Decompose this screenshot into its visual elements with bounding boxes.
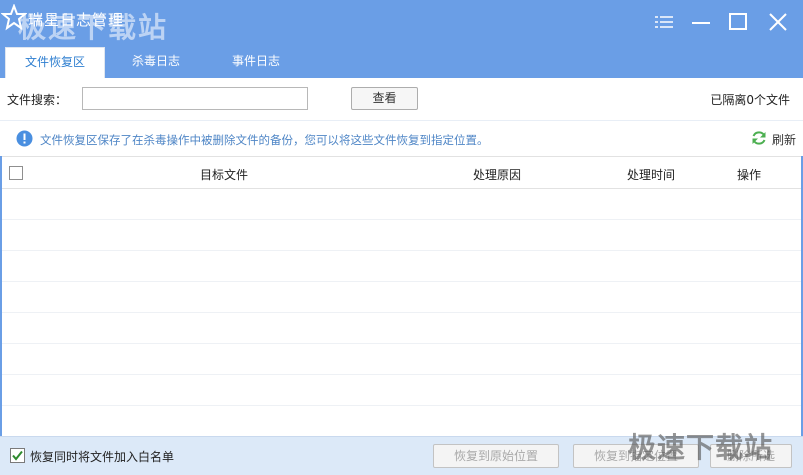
refresh-label: 刷新 bbox=[772, 133, 797, 147]
title-bar: 瑞星日志管理 极速下载站 bbox=[0, 0, 803, 45]
rising-logo-icon bbox=[0, 3, 28, 32]
check-icon bbox=[12, 450, 23, 461]
close-icon[interactable] bbox=[765, 10, 791, 34]
restore-original-button[interactable]: 恢复到原始位置 bbox=[433, 444, 559, 468]
tab-file-recovery[interactable]: 文件恢复区 bbox=[5, 47, 105, 78]
table-row bbox=[2, 344, 801, 375]
restore-specified-button[interactable]: 恢复到指定位置 bbox=[573, 444, 699, 468]
view-button[interactable]: 查看 bbox=[351, 87, 418, 110]
table-row bbox=[2, 313, 801, 344]
maximize-icon[interactable] bbox=[725, 10, 751, 34]
column-reason: 处理原因 bbox=[473, 168, 522, 182]
refresh-icon bbox=[751, 130, 767, 146]
search-input[interactable] bbox=[82, 87, 308, 110]
menu-icon[interactable] bbox=[651, 10, 677, 34]
select-all-checkbox[interactable] bbox=[9, 166, 23, 180]
column-time: 处理时间 bbox=[627, 168, 676, 182]
table-body bbox=[2, 189, 801, 437]
info-bar: 文件恢复区保存了在杀毒操作中被删除文件的备份，您可以将这些文件恢复到指定位置。 … bbox=[0, 120, 803, 156]
tab-bar: 文件恢复区 杀毒日志 事件日志 bbox=[0, 45, 803, 78]
minimize-icon[interactable] bbox=[688, 10, 714, 34]
footer-bar: 恢复同时将文件加入白名单 恢复到原始位置 恢复到指定位置 删除所选 bbox=[0, 436, 803, 475]
remove-selected-button[interactable]: 删除所选 bbox=[710, 444, 792, 468]
search-toolbar: 文件搜索： 查看 已隔离0个文件 bbox=[0, 78, 803, 120]
info-icon bbox=[16, 130, 33, 147]
whitelist-checkbox[interactable] bbox=[10, 448, 25, 463]
tab-antivirus-log[interactable]: 杀毒日志 bbox=[110, 47, 202, 78]
table-row bbox=[2, 189, 801, 220]
whitelist-label: 恢复同时将文件加入白名单 bbox=[30, 450, 175, 464]
tab-event-log[interactable]: 事件日志 bbox=[210, 47, 302, 78]
column-action: 操作 bbox=[737, 168, 762, 182]
table-row bbox=[2, 251, 801, 282]
table-row bbox=[2, 220, 801, 251]
table-row bbox=[2, 406, 801, 437]
isolated-count: 已隔离0个文件 bbox=[710, 93, 790, 107]
column-target-file: 目标文件 bbox=[200, 168, 249, 182]
window-title: 瑞星日志管理 bbox=[28, 11, 125, 29]
table-row bbox=[2, 282, 801, 313]
table-row bbox=[2, 375, 801, 406]
info-text: 文件恢复区保存了在杀毒操作中被删除文件的备份，您可以将这些文件恢复到指定位置。 bbox=[40, 133, 489, 147]
search-label: 文件搜索： bbox=[7, 93, 68, 107]
table-header: 目标文件 处理原因 处理时间 操作 bbox=[2, 156, 801, 189]
